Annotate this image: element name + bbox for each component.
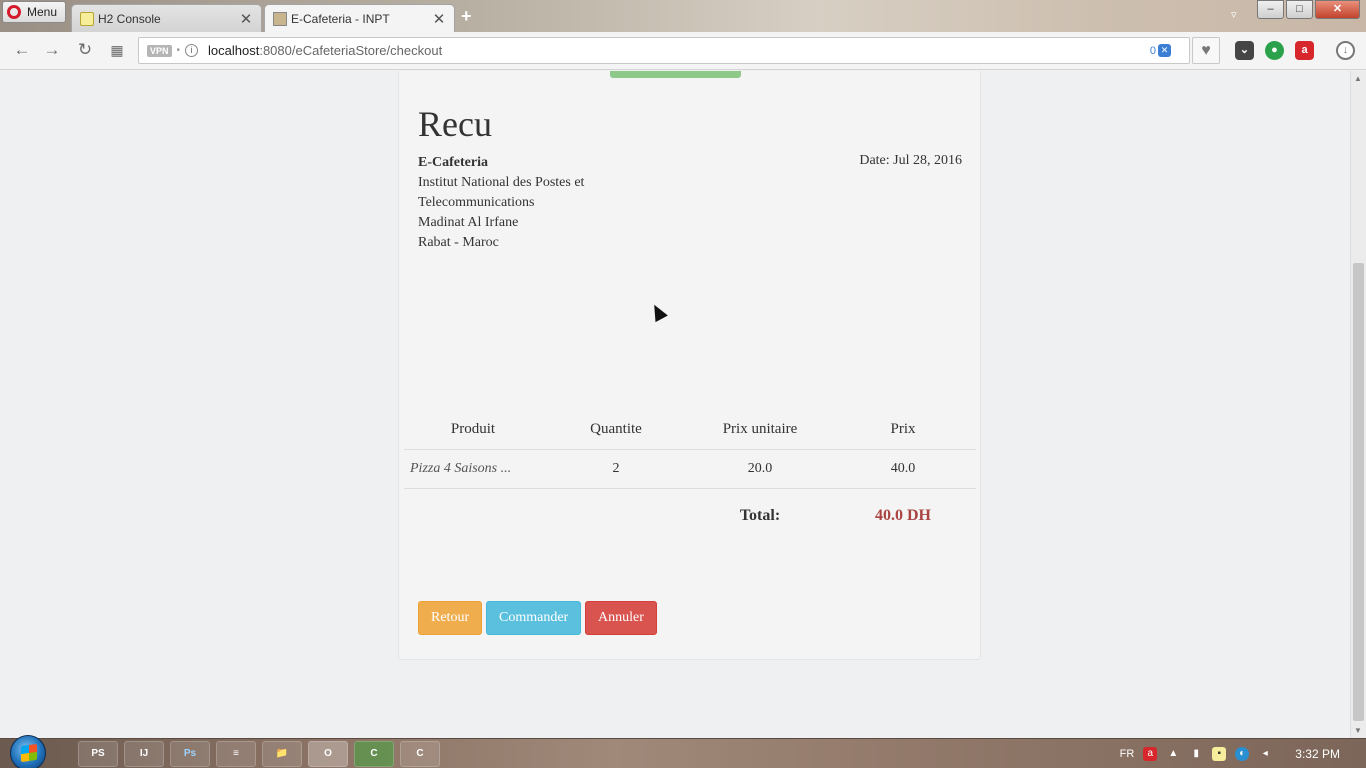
start-button[interactable]	[10, 735, 46, 768]
opera-logo-icon	[7, 5, 21, 19]
back-arrow-icon[interactable]: ←	[12, 40, 32, 60]
receipt-title: Recu	[418, 104, 492, 144]
table-header-row: Produit Quantite Prix unitaire Prix	[404, 411, 976, 450]
network-signal-icon[interactable]: ▮	[1189, 747, 1203, 761]
notes-tray-icon[interactable]: ▪	[1212, 747, 1227, 761]
avira-tray-icon[interactable]: a	[1143, 747, 1158, 761]
browser-titlebar: Menu H2 Console ✕ E-Cafeteria - INPT ✕ +…	[0, 0, 1366, 32]
tab-h2-console[interactable]: H2 Console ✕	[71, 4, 262, 32]
adblock-count: 0	[1149, 44, 1156, 57]
bookmark-heart-icon[interactable]: ♥	[1192, 37, 1220, 64]
scrollbar-thumb[interactable]	[1353, 263, 1364, 721]
taskbar-app-explorer[interactable]: 📁	[262, 741, 302, 767]
address-line: Madinat Al Irfane	[418, 215, 519, 230]
vpn-dot-icon: •	[176, 45, 181, 56]
order-items-table: Produit Quantite Prix unitaire Prix Pizz…	[404, 411, 976, 544]
page-viewport: Recu E-Cafeteria Institut National des P…	[0, 71, 1350, 738]
speed-dial-grid-icon[interactable]: ▦	[107, 42, 127, 59]
address-line: Telecommunications	[418, 195, 535, 210]
scroll-down-arrow-icon[interactable]: ▼	[1354, 726, 1362, 735]
h2-favicon-icon	[80, 11, 94, 26]
windows-taskbar: PS IJ Ps ≡ 📁 O C C FR a ▲ ▮ ▪ ◐ ◂ 3:32 P…	[0, 735, 1366, 768]
url-host: localhost	[208, 43, 260, 58]
unit-price-cell: 20.0	[690, 449, 830, 489]
cancel-button[interactable]: Annuler	[585, 601, 657, 635]
column-header-price: Prix	[830, 411, 976, 450]
tab-e-cafeteria[interactable]: E-Cafeteria - INPT ✕	[264, 4, 455, 32]
quantity-cell: 2	[542, 449, 690, 489]
menu-label: Menu	[27, 5, 58, 19]
clock[interactable]: 3:32 PM	[1295, 747, 1340, 761]
page-scrollbar[interactable]: ▲ ▼	[1350, 71, 1366, 738]
tab-title: H2 Console	[98, 11, 161, 26]
url-path: :8080/eCafeteriaStore/checkout	[259, 43, 443, 58]
adblock-indicator[interactable]: 0 ✕	[1150, 44, 1171, 57]
forward-arrow-icon[interactable]: →	[42, 40, 62, 60]
column-header-unit-price: Prix unitaire	[690, 411, 830, 450]
reload-icon[interactable]: ↻	[75, 40, 95, 60]
browser-toolbar: ← → ↻ ▦ VPN • i localhost :8080/eCafeter…	[0, 32, 1366, 70]
address-line: Institut National des Postes et	[418, 175, 585, 190]
close-window-button[interactable]: ✕	[1315, 0, 1360, 19]
avira-extension-icon[interactable]: a	[1295, 41, 1314, 60]
pocket-extension-icon[interactable]: ⌄	[1235, 41, 1254, 60]
adblock-shield-icon: ✕	[1158, 44, 1171, 57]
windows-logo-icon	[21, 743, 37, 763]
total-label: Total:	[739, 507, 781, 525]
new-tab-icon[interactable]: +	[461, 6, 472, 27]
taskbar-app-phpstorm[interactable]: PS	[78, 741, 118, 767]
tab-menu-icon[interactable]: ▿	[1231, 8, 1245, 21]
empty-cell	[404, 488, 542, 544]
company-name: E-Cafeteria	[418, 155, 488, 170]
lock-extension-icon[interactable]: ●	[1265, 41, 1284, 60]
address-bar[interactable]: VPN • i localhost :8080/eCafeteriaStore/…	[138, 37, 1190, 64]
download-update-icon[interactable]: ↓	[1336, 41, 1355, 60]
table-row: Pizza 4 Saisons ... 2 20.0 40.0	[404, 449, 976, 489]
minimize-button[interactable]: ‒	[1257, 0, 1284, 19]
top-accent-bar	[610, 71, 741, 78]
show-hidden-icons-icon[interactable]: ▲	[1166, 747, 1180, 761]
total-value: 40.0 DH	[875, 507, 931, 525]
total-row: Total: 40.0 DH	[404, 488, 976, 544]
taskbar-app-opera[interactable]: O	[308, 741, 348, 767]
back-button[interactable]: Retour	[418, 601, 482, 635]
volume-icon[interactable]: ◂	[1258, 747, 1272, 761]
taskbar-app-intellij[interactable]: IJ	[124, 741, 164, 767]
close-tab-icon[interactable]: ✕	[239, 10, 253, 28]
window-controls: ‒ □ ✕	[1257, 0, 1360, 19]
cafeteria-favicon-icon	[273, 11, 287, 26]
empty-cell	[542, 488, 690, 544]
receipt-date: Date: Jul 28, 2016	[859, 153, 962, 168]
vpn-badge[interactable]: VPN	[147, 44, 172, 57]
product-cell: Pizza 4 Saisons ...	[404, 449, 542, 489]
taskbar-app-camtasia[interactable]: C	[354, 741, 394, 767]
action-buttons: Retour Commander Annuler	[418, 601, 657, 635]
receipt-card: Recu E-Cafeteria Institut National des P…	[398, 71, 981, 660]
tab-title: E-Cafeteria - INPT	[291, 11, 390, 26]
system-tray: FR a ▲ ▮ ▪ ◐ ◂ 3:32 PM	[1120, 739, 1366, 768]
opera-menu-button[interactable]: Menu	[2, 1, 66, 23]
taskbar-app-photoshop[interactable]: Ps	[170, 741, 210, 767]
company-address: E-Cafeteria Institut National des Postes…	[418, 153, 584, 253]
site-info-icon[interactable]: i	[185, 44, 199, 57]
column-header-quantity: Quantite	[542, 411, 690, 450]
scroll-up-arrow-icon[interactable]: ▲	[1354, 74, 1362, 83]
order-button[interactable]: Commander	[486, 601, 581, 635]
sync-tray-icon[interactable]: ◐	[1235, 747, 1250, 761]
address-line: Rabat - Maroc	[418, 235, 499, 250]
maximize-button[interactable]: □	[1286, 0, 1313, 19]
language-indicator[interactable]: FR	[1120, 748, 1135, 760]
price-cell: 40.0	[830, 449, 976, 489]
taskbar-app-console[interactable]: ≡	[216, 741, 256, 767]
column-header-product: Produit	[404, 411, 542, 450]
close-tab-icon[interactable]: ✕	[432, 10, 446, 28]
taskbar-app-recorder[interactable]: C	[400, 741, 440, 767]
